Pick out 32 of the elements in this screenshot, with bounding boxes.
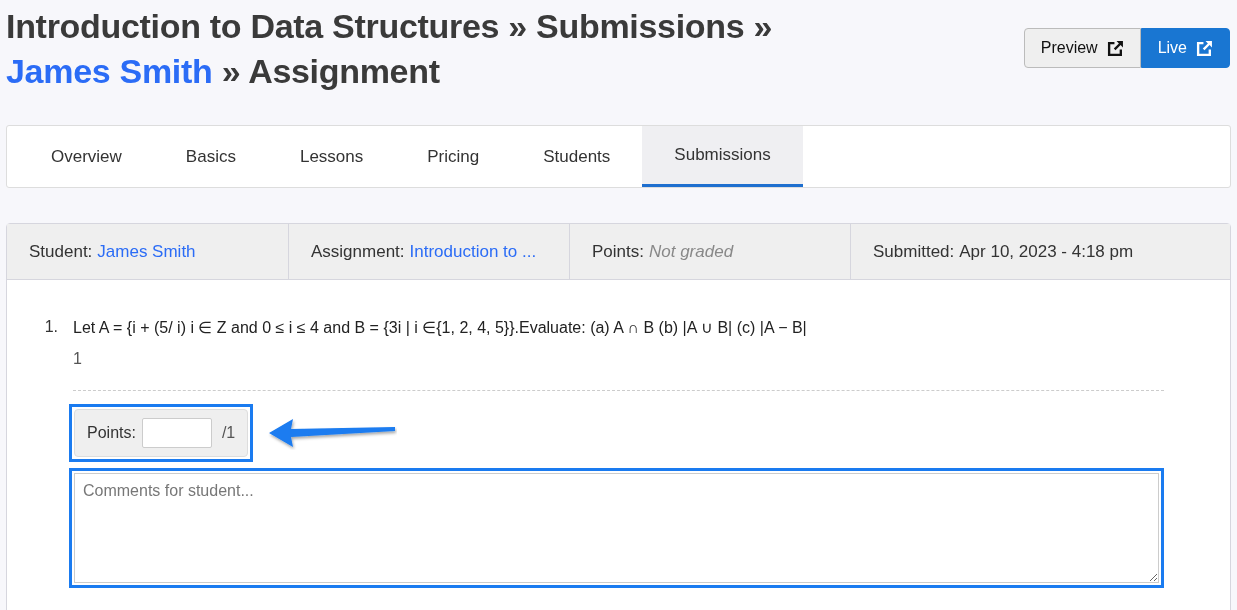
breadcrumb-link[interactable]: James Smith: [6, 52, 213, 90]
breadcrumb-text: Submissions: [536, 7, 745, 45]
tab[interactable]: Lessons: [267, 126, 396, 187]
live-button[interactable]: Live: [1140, 28, 1230, 68]
tab[interactable]: Students: [511, 126, 643, 187]
info-value: Not graded: [649, 241, 734, 262]
points-label: Points:: [87, 424, 136, 442]
external-link-icon: [1196, 39, 1213, 57]
info-value: Apr 10, 2023 - 4:18 pm: [959, 241, 1134, 262]
tab[interactable]: Submissions: [642, 126, 803, 187]
breadcrumb-separator: »: [508, 7, 527, 45]
breadcrumb-text: Assignment: [248, 52, 440, 90]
breadcrumb-separator: »: [221, 52, 241, 90]
info-label: Submitted:: [873, 241, 955, 262]
info-label: Points:: [592, 241, 644, 262]
answer-text: 1: [73, 350, 83, 368]
info-link[interactable]: James Smith: [97, 241, 196, 262]
tab[interactable]: Overview: [19, 126, 154, 187]
tab[interactable]: Basics: [153, 126, 268, 187]
question-text: Let A = {i + (5/ i) i ∈ Z and 0 ≤ i ≤ 4 and B = {3i | i ∈{1, 2, 4, 5}}.Evaluate: (a) A ∩ B (b) |A ∪ B| (c) |A − B|: [73, 318, 808, 337]
info-label: Assignment:: [311, 241, 405, 262]
info-link[interactable]: Introduction to ...: [409, 241, 537, 262]
question-number: 1.: [43, 318, 58, 337]
info-label: Student:: [29, 241, 93, 262]
external-link-icon: [1106, 39, 1124, 57]
tab[interactable]: Pricing: [395, 126, 512, 187]
breadcrumb-separator: »: [753, 7, 773, 45]
points-total: /1: [221, 424, 236, 442]
preview-button[interactable]: Preview: [1023, 28, 1141, 68]
comment-field[interactable]: Comments for student...: [74, 473, 1159, 583]
points-field[interactable]: [141, 418, 212, 448]
breadcrumb-text: Introduction to Data Structures: [6, 7, 500, 45]
